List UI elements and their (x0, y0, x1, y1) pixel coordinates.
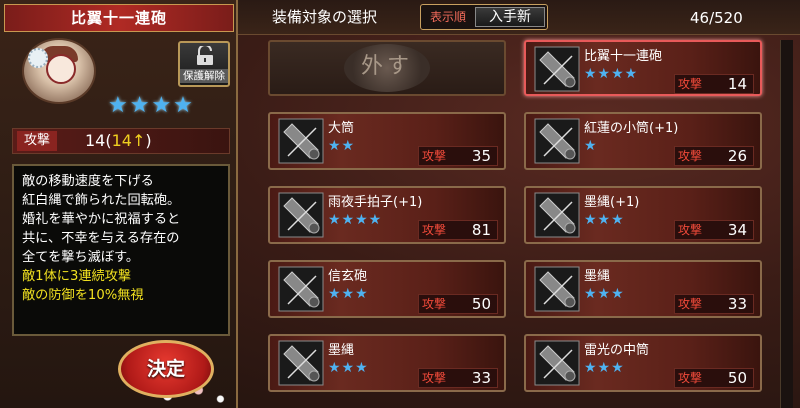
attack-value: 81 (471, 221, 491, 239)
description-line: 敵の移動速度を下げる (22, 174, 154, 189)
item-stars: ★★★ (328, 360, 369, 376)
cannon-icon (534, 340, 580, 386)
attack-label: 攻撃 (678, 223, 703, 237)
attack-value: 14 (727, 75, 747, 93)
attack-label: 攻撃 (422, 297, 447, 311)
attack-label: 攻撃 (678, 149, 703, 163)
item-stars: ★★ (328, 138, 356, 154)
rarity-stars: ★★★★ (108, 93, 195, 118)
equipment-card[interactable]: 墨縄(+1) ★★★ 攻撃 34 (524, 186, 762, 244)
attack-label: 攻撃 (422, 371, 447, 385)
description-line: 紅白縄で飾られた回転砲。 (22, 193, 181, 208)
item-attack: 攻撃 33 (418, 368, 498, 388)
unprotect-label: 保護解除 (180, 69, 228, 83)
attack-label: 攻撃 (422, 223, 447, 237)
item-name: 比翼十一連砲 (584, 49, 663, 64)
item-description: 敵の移動速度を下げる 紅白縄で飾られた回転砲。 婚礼を華やかに祝福すると 共に、… (12, 164, 230, 336)
item-stars: ★★★ (584, 212, 625, 228)
lock-open-icon (197, 46, 213, 65)
equipment-card[interactable]: 雷光の中筒 ★★★ 攻撃 50 (524, 334, 762, 392)
attack-label: 攻撃 (422, 149, 447, 163)
attack-value: 50 (471, 295, 491, 313)
item-name: 雨夜手拍子(+1) (328, 195, 423, 210)
cannon-icon (534, 266, 580, 312)
item-attack: 攻撃 81 (418, 220, 498, 240)
item-name: 墨縄 (328, 343, 355, 358)
attack-label: 攻撃 (17, 131, 57, 151)
page-title: 装備対象の選択 (272, 8, 378, 26)
description-line: 共に、不幸を与える存在の (22, 231, 180, 246)
item-attack: 攻撃 35 (418, 146, 498, 166)
equipment-card[interactable]: 信玄砲 ★★★ 攻撃 50 (268, 260, 506, 318)
item-attack: 攻撃 50 (418, 294, 498, 314)
sort-control: 表示順 入手新 (420, 4, 548, 30)
portrait-face (46, 54, 76, 84)
item-stars: ★★★ (584, 286, 625, 302)
item-stars: ★★★ (328, 286, 369, 302)
item-attack: 攻撃 14 (674, 74, 754, 94)
attack-value: 33 (727, 295, 747, 313)
equipment-card[interactable]: 紅蓮の小筒(+1) ★ 攻撃 26 (524, 112, 762, 170)
portrait-flower (28, 48, 48, 68)
equipment-card[interactable]: 墨縄 ★★★ 攻撃 33 (524, 260, 762, 318)
item-name: 信玄砲 (328, 269, 368, 284)
item-name: 大筒 (328, 121, 355, 136)
item-name: 紅蓮の小筒(+1) (584, 121, 679, 136)
cannon-icon (278, 340, 324, 386)
item-stars: ★★★★ (328, 212, 383, 228)
item-stars: ★★★★ (584, 66, 639, 82)
character-portrait (22, 38, 96, 104)
cannon-icon (534, 118, 580, 164)
description-effect: 敵の防御を10%無視 (22, 288, 144, 303)
remove-label: 外す (360, 54, 413, 79)
sort-label: 表示順 (429, 10, 466, 24)
cannon-icon (278, 266, 324, 312)
equipment-card[interactable]: 大筒 ★★ 攻撃 35 (268, 112, 506, 170)
description-effect: 敵1体に3連続攻撃 (22, 269, 132, 284)
item-name: 墨縄 (584, 269, 611, 284)
description-line: 全てを撃ち滅ぼす。 (22, 250, 140, 265)
equipped-item-card[interactable]: 比翼十一連砲 ★★★★ 攻撃 14 (524, 40, 762, 96)
decide-button[interactable]: 決定 (118, 340, 214, 398)
item-attack: 攻撃 26 (674, 146, 754, 166)
item-stars: ★★★ (584, 360, 625, 376)
cannon-icon (534, 192, 580, 238)
item-stars: ★ (584, 138, 598, 154)
attack-value: 14(14↑) (85, 131, 152, 150)
attack-value: 50 (727, 369, 747, 387)
sort-order-button[interactable]: 入手新 (475, 7, 545, 27)
equipment-card[interactable]: 雨夜手拍子(+1) ★★★★ 攻撃 81 (268, 186, 506, 244)
item-attack: 攻撃 50 (674, 368, 754, 388)
item-attack: 攻撃 33 (674, 294, 754, 314)
remove-equipment-button[interactable]: 外す (268, 40, 506, 96)
attack-bonus: 14↑ (111, 131, 146, 150)
item-name: 墨縄(+1) (584, 195, 640, 210)
scrollbar[interactable] (780, 40, 793, 408)
equipment-card[interactable]: 墨縄 ★★★ 攻撃 33 (268, 334, 506, 392)
attack-value: 26 (727, 147, 747, 165)
attack-stat: 攻撃 14(14↑) (12, 128, 230, 154)
unprotect-button[interactable]: 保護解除 (178, 41, 230, 87)
item-name: 雷光の中筒 (584, 343, 650, 358)
attack-value: 33 (471, 369, 491, 387)
attack-label: 攻撃 (678, 77, 703, 91)
item-title: 比翼十一連砲 (4, 4, 234, 32)
cannon-icon (278, 118, 324, 164)
attack-value: 35 (471, 147, 491, 165)
attack-label: 攻撃 (678, 297, 703, 311)
description-line: 婚礼を華やかに祝福すると (22, 212, 181, 227)
item-count: 46/520 (690, 9, 743, 27)
cannon-icon (534, 46, 580, 92)
attack-value: 34 (727, 221, 747, 239)
item-attack: 攻撃 34 (674, 220, 754, 240)
cannon-icon (278, 192, 324, 238)
attack-label: 攻撃 (678, 371, 703, 385)
